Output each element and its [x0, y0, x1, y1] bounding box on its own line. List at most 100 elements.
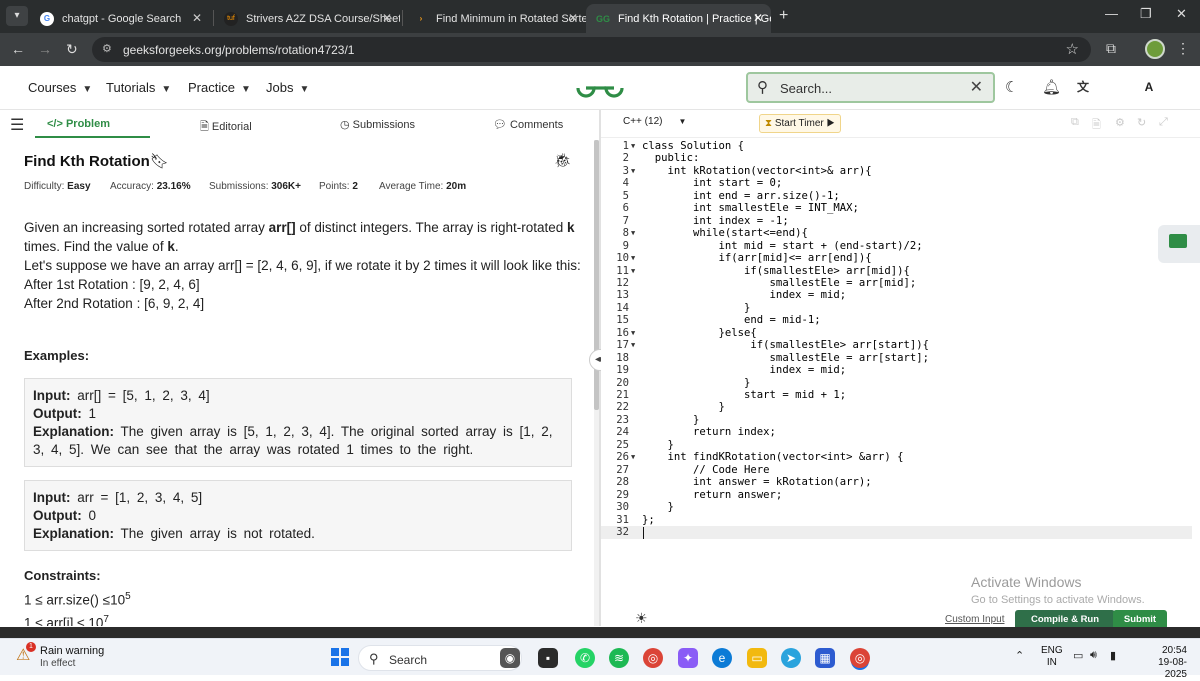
battery-icon[interactable]: ▮ — [1110, 649, 1116, 662]
code-line[interactable]: if(smallestEle> arr[start]){ — [642, 339, 929, 351]
camera-app-icon[interactable]: ◉ — [500, 648, 520, 668]
weather-subtitle[interactable]: In effect — [40, 658, 75, 669]
tab-comments[interactable]: 💬︎ Comments — [493, 118, 563, 131]
fullscreen-icon[interactable]: ⤢ — [1159, 116, 1168, 129]
start-timer-button[interactable]: ⧗ Start Timer ▶ — [759, 114, 841, 133]
taskbar-search[interactable]: ⚲ Search — [358, 645, 522, 671]
custom-input-link[interactable]: Custom Input — [945, 614, 1004, 625]
fold-arrow-icon[interactable]: ▼ — [631, 329, 635, 337]
page-horizontal-scrollbar[interactable] — [0, 627, 1200, 638]
report-bug-icon[interactable]: 🐞︎ — [554, 152, 572, 169]
hamburger-menu-icon[interactable]: ☰ — [10, 115, 24, 135]
new-tab-icon[interactable]: + — [779, 7, 788, 25]
tab-problem[interactable]: </> Problem — [47, 118, 110, 130]
code-line[interactable]: }; — [642, 514, 655, 526]
profile-avatar[interactable] — [1145, 39, 1165, 59]
omnibox[interactable]: ⚙ geeksforgeeks.org/problems/rotation472… — [92, 37, 1091, 62]
code-line[interactable]: int smallestEle = INT_MAX; — [642, 202, 859, 214]
code-line[interactable]: // Code Here — [642, 464, 770, 476]
fold-arrow-icon[interactable]: ▼ — [631, 167, 635, 175]
close-icon[interactable]: ✕ — [753, 11, 763, 25]
code-line[interactable]: } — [642, 414, 699, 426]
chrome-active-icon[interactable]: ◎ — [850, 648, 870, 668]
telegram-icon[interactable]: ➤ — [781, 648, 801, 668]
code-line[interactable]: } — [642, 439, 674, 451]
whatsapp-icon[interactable]: ✆ — [575, 648, 595, 668]
fold-arrow-icon[interactable]: ▼ — [631, 341, 635, 349]
weather-title[interactable]: Rain warning — [40, 645, 104, 657]
windows-start-icon[interactable] — [331, 648, 349, 666]
site-info-icon[interactable]: ⚙ — [102, 42, 112, 55]
code-line[interactable]: return answer; — [642, 489, 782, 501]
menu-practice[interactable]: Practice ▼ — [188, 80, 251, 95]
translate-icon[interactable]: 文 — [1077, 78, 1089, 95]
search-input[interactable]: ⚲ Search... ✕ — [746, 72, 995, 103]
menu-tutorials[interactable]: Tutorials ▼ — [106, 80, 171, 95]
code-line[interactable]: start = mid + 1; — [642, 389, 846, 401]
close-icon[interactable]: ✕ — [568, 11, 578, 25]
code-editor[interactable]: 1 ▼ 2 3 ▼ 4 5 6 7 8 ▼ 9 10 ▼ 11 ▼ 12 13 14 15 16 ▼ 17 ▼ 18 19 20 21… — [601, 139, 1196, 609]
browser-tab-gfg[interactable]: GG Find Kth Rotation | Practice | Ge ✕ — [586, 4, 771, 33]
volume-icon[interactable]: 🔊︎ — [1090, 649, 1097, 662]
more-menu-icon[interactable]: ⋮ — [1176, 40, 1190, 57]
code-line[interactable]: } — [642, 302, 750, 314]
fold-arrow-icon[interactable]: ▼ — [631, 229, 635, 237]
gfg-logo[interactable] — [574, 76, 626, 100]
user-avatar[interactable]: A — [1138, 76, 1160, 98]
code-line[interactable]: index = mid; — [642, 364, 847, 376]
fold-arrow-icon[interactable]: ▼ — [631, 254, 635, 262]
menu-courses[interactable]: Courses ▼ — [28, 80, 92, 95]
close-icon[interactable]: ✕ — [192, 11, 202, 25]
url-text[interactable]: geeksforgeeks.org/problems/rotation4723/… — [123, 43, 354, 57]
system-clock[interactable]: 20:54 19-08-2025 — [1145, 645, 1187, 681]
compile-run-button[interactable]: Compile & Run — [1015, 610, 1115, 627]
dark-mode-icon[interactable]: ☾ — [1005, 78, 1018, 96]
close-icon[interactable]: ✕ — [382, 11, 392, 25]
file-explorer-icon[interactable]: ▭ — [747, 648, 767, 668]
code-line[interactable]: return index; — [642, 426, 776, 438]
tab-editorial[interactable]: 🗎︎ Editorial — [200, 118, 252, 137]
copilot-icon[interactable]: ✦ — [678, 648, 698, 668]
tab-search-button[interactable]: ▾ — [6, 6, 28, 26]
bookmark-star-icon[interactable]: ☆ — [1066, 40, 1079, 58]
reload-icon[interactable]: ↻ — [66, 41, 78, 58]
minimize-icon[interactable]: — — [1105, 6, 1118, 21]
browser-tab-leetcode[interactable]: › Find Minimum in Rotated Sorte ✕ — [404, 4, 586, 33]
code-line[interactable]: if(arr[mid]<= arr[end]){ — [642, 252, 872, 264]
code-line[interactable]: } — [642, 377, 750, 389]
menu-jobs[interactable]: Jobs ▼ — [266, 80, 309, 95]
terminal-app-icon[interactable]: ▪ — [538, 648, 558, 668]
extensions-icon[interactable]: ⧉ — [1106, 40, 1116, 57]
notification-bell-icon[interactable]: 🔔︎ — [1042, 78, 1061, 96]
language-indicator[interactable]: ENG IN — [1041, 645, 1063, 669]
code-line[interactable]: int end = arr.size()-1; — [642, 190, 840, 202]
submit-button[interactable]: Submit — [1113, 610, 1167, 627]
browser-tab-google[interactable]: G chatgpt - Google Search ✕ — [30, 4, 210, 33]
restore-icon[interactable]: ❐ — [1140, 6, 1152, 22]
language-select[interactable]: C++ (12) ▼ — [623, 116, 686, 127]
store-icon[interactable]: ▦ — [815, 648, 835, 668]
spotify-icon[interactable]: ≋ — [609, 648, 629, 668]
code-line[interactable]: } — [642, 401, 725, 413]
code-line[interactable]: index = mid; — [642, 289, 847, 301]
code-line[interactable]: int kRotation(vector<int>& arr){ — [642, 165, 872, 177]
fold-arrow-icon[interactable]: ▼ — [631, 267, 635, 275]
file-icon[interactable]: 🗎︎ — [1092, 116, 1101, 135]
clear-search-icon[interactable]: ✕ — [970, 77, 983, 97]
code-line[interactable]: int mid = start + (end-start)/2; — [642, 240, 923, 252]
chrome-icon[interactable]: ◎ — [643, 648, 663, 668]
forward-icon[interactable]: → — [38, 41, 52, 57]
code-line[interactable]: smallestEle = arr[mid]; — [642, 277, 917, 289]
tab-submissions[interactable]: ◷ Submissions — [340, 118, 415, 131]
copy-icon[interactable]: ⧉ — [1071, 116, 1079, 129]
code-line[interactable]: smallestEle = arr[start]; — [642, 352, 929, 364]
chat-button[interactable] — [1158, 225, 1200, 263]
code-line[interactable]: int index = -1; — [642, 215, 789, 227]
code-line[interactable]: while(start<=end){ — [642, 227, 808, 239]
bookmark-icon[interactable]: 🔖︎ — [150, 153, 169, 170]
code-line[interactable]: int findKRotation(vector<int> &arr) { — [642, 451, 904, 463]
tray-chevron-icon[interactable]: ⌃ — [1015, 649, 1024, 662]
settings-icon[interactable]: ⚙ — [1115, 116, 1125, 129]
edge-icon[interactable]: e — [712, 648, 732, 668]
display-icon[interactable]: ▭ — [1073, 649, 1083, 662]
